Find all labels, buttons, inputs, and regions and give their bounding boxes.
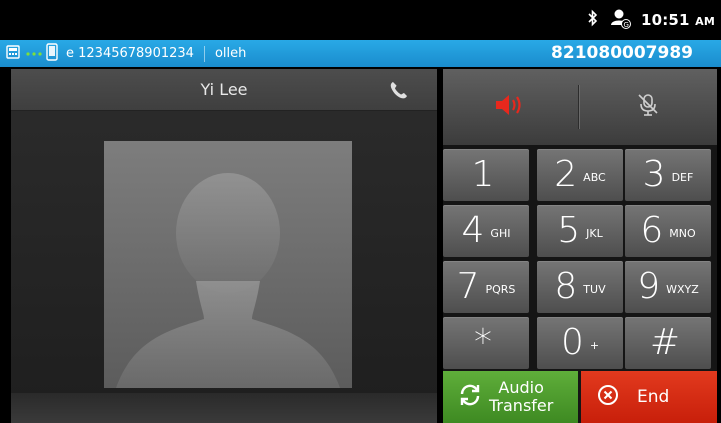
- speaker-button[interactable]: [443, 69, 578, 145]
- audio-transfer-line2: Transfer: [489, 396, 554, 415]
- status-clock: 10:51 AM: [641, 11, 715, 29]
- key-star[interactable]: *: [443, 317, 529, 369]
- key-5[interactable]: 5 JKL: [537, 205, 623, 257]
- audio-controls: [443, 69, 717, 145]
- key-letters: DEF: [671, 170, 694, 184]
- mic-muted-icon: [636, 92, 660, 122]
- key-letters: JKL: [586, 226, 603, 240]
- phone-handset-icon: [389, 80, 409, 104]
- sync-account-icon: G: [609, 7, 631, 33]
- key-digit: 0: [560, 322, 584, 363]
- carrier-id: e 12345678901234: [66, 46, 194, 61]
- key-digit: 6: [640, 210, 664, 251]
- key-digit: 7: [456, 266, 480, 307]
- key-hash[interactable]: #: [625, 317, 711, 369]
- key-digit: 9: [637, 266, 661, 307]
- key-4[interactable]: 4 GHI: [443, 205, 529, 257]
- bluetooth-icon: [587, 9, 599, 31]
- status-bar: G 10:51 AM: [0, 0, 721, 40]
- call-controls: 1 2 ABC 3 DEF 4 GHI 5 JKL 6 MNO 7 PQRS 8: [443, 69, 717, 423]
- caller-name: Yi Lee: [200, 80, 248, 99]
- key-digit: 1: [471, 154, 495, 195]
- caller-avatar: [104, 141, 352, 388]
- connection-dots-icon: [26, 46, 42, 61]
- key-digit: 3: [642, 154, 666, 195]
- call-info-bar: e 12345678901234 olleh 821080007989: [0, 40, 721, 67]
- key-digit: 2: [554, 154, 578, 195]
- svg-text:G: G: [623, 21, 628, 29]
- key-0[interactable]: 0 +: [537, 317, 623, 369]
- key-letters: +: [589, 338, 600, 352]
- caller-header: Yi Lee: [11, 69, 437, 111]
- key-9[interactable]: 9 WXYZ: [625, 261, 711, 313]
- person-silhouette-icon: [116, 173, 340, 388]
- key-1[interactable]: 1: [443, 149, 529, 201]
- device-info: e 12345678901234 olleh: [0, 42, 247, 65]
- audio-transfer-button[interactable]: Audio Transfer: [443, 371, 578, 423]
- key-letters: GHI: [490, 226, 511, 240]
- key-digit: #: [649, 322, 681, 363]
- status-icons: G 10:51 AM: [587, 0, 715, 40]
- clock-time: 10:51: [640, 11, 690, 29]
- key-3[interactable]: 3 DEF: [625, 149, 711, 201]
- key-2[interactable]: 2 ABC: [537, 149, 623, 201]
- key-letters: PQRS: [485, 282, 516, 296]
- audio-transfer-line1: Audio: [498, 378, 544, 397]
- mute-button[interactable]: [579, 69, 717, 145]
- speaker-icon: [493, 91, 529, 123]
- key-digit: 4: [461, 210, 485, 251]
- key-6[interactable]: 6 MNO: [625, 205, 711, 257]
- network-name: olleh: [214, 46, 247, 61]
- info-separator: [203, 45, 205, 62]
- clock-ampm: AM: [695, 15, 715, 28]
- mobile-device-icon: [46, 42, 58, 65]
- refresh-icon: [457, 382, 483, 412]
- own-phone-number: 821080007989: [551, 43, 693, 63]
- end-call-label: End: [637, 387, 670, 407]
- close-circle-icon: [597, 384, 619, 410]
- phone-device-icon: [6, 44, 22, 64]
- key-digit: *: [474, 322, 492, 363]
- caller-panel: Yi Lee: [11, 69, 437, 423]
- audio-transfer-label: Audio Transfer: [489, 379, 553, 415]
- end-call-button[interactable]: End: [581, 371, 717, 423]
- caller-panel-footer: [11, 393, 437, 423]
- key-8[interactable]: 8 TUV: [537, 261, 623, 313]
- key-digit: 8: [554, 266, 578, 307]
- key-letters: WXYZ: [666, 282, 699, 296]
- key-digit: 5: [557, 210, 581, 251]
- key-letters: TUV: [583, 282, 606, 296]
- key-7[interactable]: 7 PQRS: [443, 261, 529, 313]
- key-letters: MNO: [669, 226, 696, 240]
- key-letters: ABC: [583, 170, 606, 184]
